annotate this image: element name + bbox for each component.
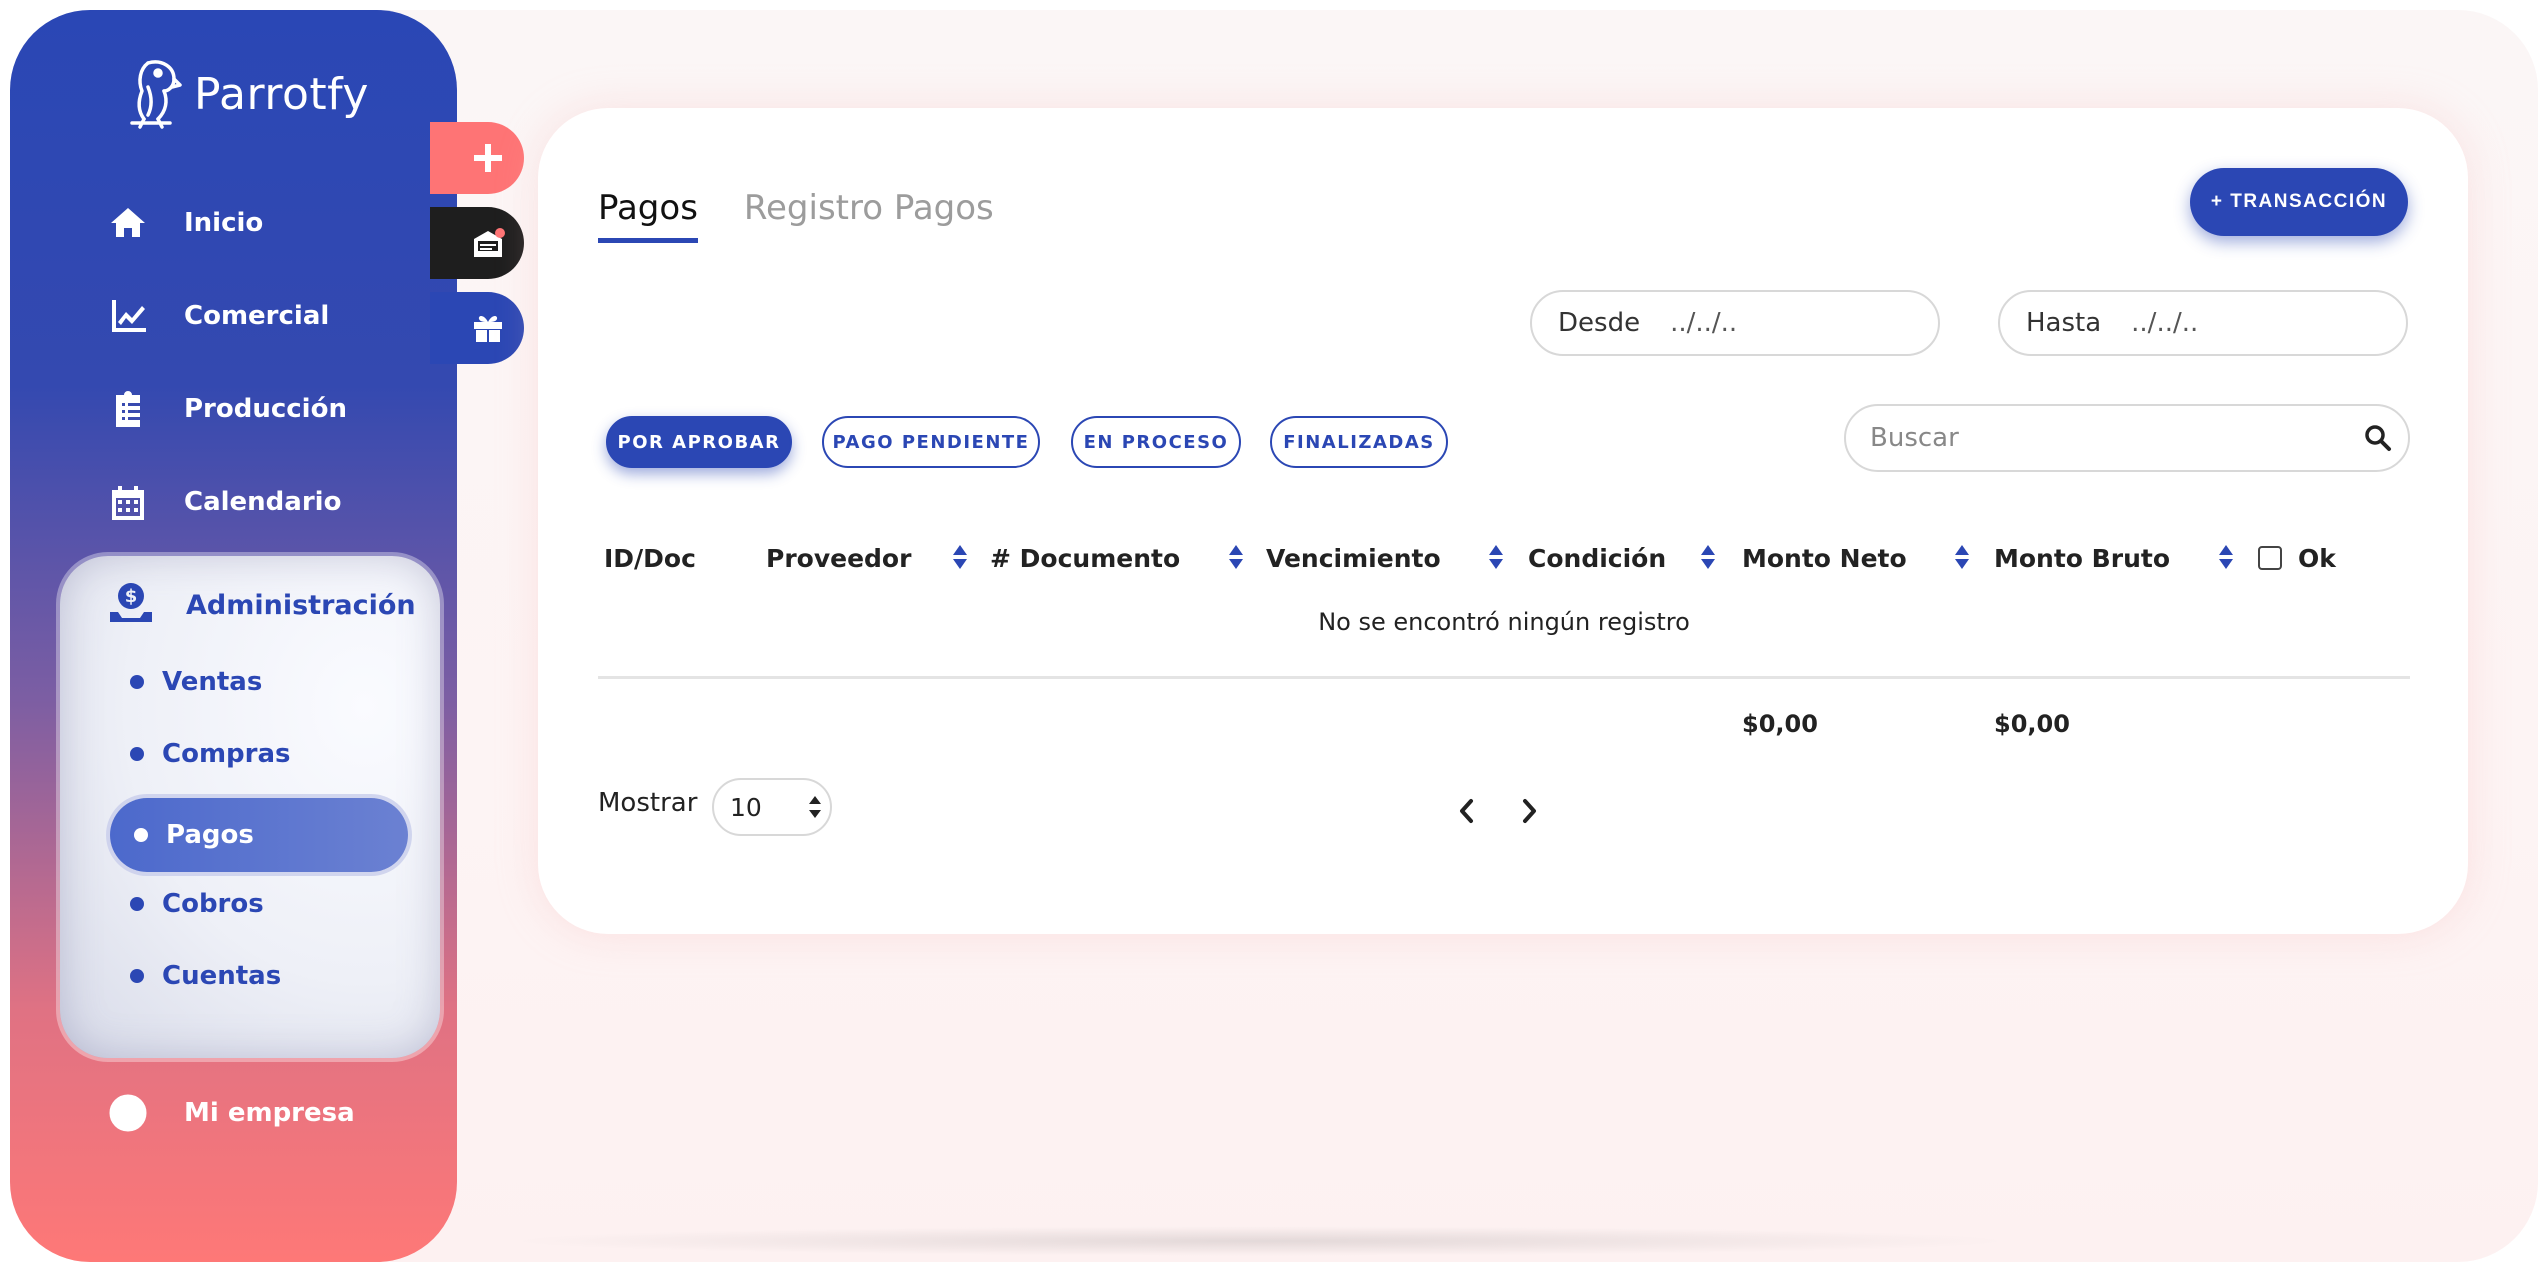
sidebar-subitem-compras[interactable]: Compras — [130, 732, 291, 776]
bullet-dot — [130, 897, 144, 911]
tab-registro-pagos[interactable]: Registro Pagos — [744, 188, 994, 243]
sidebar-subitem-ventas[interactable]: Ventas — [130, 660, 262, 704]
sidebar-subitem-cobros[interactable]: Cobros — [130, 882, 264, 926]
plus-icon — [474, 144, 502, 172]
sort-icon[interactable] — [952, 542, 968, 572]
quick-add-button[interactable] — [430, 122, 524, 194]
sidebar-item-inicio[interactable]: Inicio — [106, 198, 263, 248]
date-to-value: ../../.. — [2131, 308, 2199, 338]
admin-label: Administración — [186, 589, 416, 621]
sidebar-item-label: Calendario — [184, 487, 342, 517]
gift-button[interactable] — [430, 292, 524, 364]
svg-text:$: $ — [125, 586, 138, 607]
sidebar-item-mi-empresa[interactable]: Mi empresa — [106, 1088, 355, 1138]
filter-en-proceso[interactable]: EN PROCESO — [1071, 416, 1241, 468]
sort-icon[interactable] — [1700, 542, 1716, 572]
subitem-label: Cobros — [162, 889, 264, 919]
sort-icon[interactable] — [1228, 542, 1244, 572]
tab-pagos[interactable]: Pagos — [598, 188, 698, 243]
brand-name: Parrotfy — [194, 68, 369, 120]
home-icon — [106, 201, 150, 245]
sidebar: Parrotfy Inicio Comercial Producción Cal… — [10, 10, 457, 1262]
chart-line-icon — [106, 294, 150, 338]
total-monto-neto: $0,00 — [1742, 710, 1818, 738]
search-icon[interactable] — [2348, 424, 2408, 452]
sidebar-item-administracion[interactable]: $ Administración — [108, 580, 416, 630]
bullet-dot — [130, 969, 144, 983]
mail-notification-icon — [474, 228, 505, 257]
sidebar-item-comercial[interactable]: Comercial — [106, 291, 329, 341]
date-from-value: ../../.. — [1670, 308, 1738, 338]
tab-bar: Pagos Registro Pagos — [598, 188, 994, 243]
user-circle-icon — [106, 1091, 150, 1135]
subitem-label: Ventas — [162, 667, 263, 697]
add-transaction-button[interactable]: + TRANSACCIÓN — [2190, 168, 2408, 236]
chevron-left-icon — [1460, 799, 1473, 823]
sidebar-item-label: Producción — [184, 394, 347, 424]
sort-icon[interactable] — [1954, 542, 1970, 572]
column-condicion[interactable]: Condición — [1528, 528, 1666, 588]
previous-page-button[interactable] — [1450, 794, 1484, 828]
page-size-value: 10 — [730, 792, 762, 822]
subitem-label: Compras — [162, 739, 291, 769]
footer-shadow — [500, 1226, 2020, 1256]
admin-submenu: $ Administración Ventas Compras Pagos Co… — [60, 556, 440, 1058]
column-ok: Ok — [2258, 528, 2336, 588]
column-documento[interactable]: # Documento — [990, 528, 1180, 588]
subitem-label: Cuentas — [162, 961, 282, 991]
subitem-label: Pagos — [166, 820, 254, 850]
main-card: Pagos Registro Pagos + TRANSACCIÓN Desde… — [538, 108, 2468, 934]
bullet-dot — [134, 828, 148, 842]
select-arrows-icon — [800, 794, 830, 820]
sidebar-item-label: Comercial — [184, 301, 330, 331]
table-header: ID/Doc Proveedor # Documento Vencimiento… — [598, 528, 2410, 588]
sidebar-subitem-pagos[interactable]: Pagos — [110, 798, 408, 872]
date-from-label: Desde — [1558, 308, 1641, 338]
gift-icon — [474, 315, 502, 342]
sidebar-item-label: Inicio — [184, 208, 264, 238]
sort-icon[interactable] — [1488, 542, 1504, 572]
sort-icon[interactable] — [2218, 542, 2234, 572]
search-placeholder: Buscar — [1870, 423, 1959, 453]
sidebar-item-calendario[interactable]: Calendario — [106, 477, 341, 527]
date-from-field[interactable]: Desde ../../.. — [1530, 290, 1940, 356]
column-id-doc[interactable]: ID/Doc — [604, 528, 696, 588]
parrot-logo-icon — [130, 60, 182, 129]
sidebar-item-produccion[interactable]: Producción — [106, 384, 347, 434]
filter-finalizadas[interactable]: FINALIZADAS — [1270, 416, 1448, 468]
filter-por-aprobar[interactable]: POR APROBAR — [606, 416, 792, 468]
chevron-right-icon — [1523, 799, 1536, 823]
date-to-label: Hasta — [2026, 308, 2102, 338]
clipboard-icon — [106, 387, 150, 431]
filter-pago-pendiente[interactable]: PAGO PENDIENTE — [822, 416, 1040, 468]
table-divider — [598, 676, 2410, 679]
total-monto-bruto: $0,00 — [1994, 710, 2070, 738]
column-proveedor[interactable]: Proveedor — [766, 528, 911, 588]
brand-logo[interactable]: Parrotfy — [118, 54, 369, 134]
calendar-icon — [106, 480, 150, 524]
column-monto-bruto[interactable]: Monto Bruto — [1994, 528, 2170, 588]
select-all-checkbox[interactable] — [2258, 546, 2282, 570]
next-page-button[interactable] — [1512, 794, 1546, 828]
sidebar-subitem-cuentas[interactable]: Cuentas — [130, 954, 281, 998]
search-input[interactable]: Buscar — [1844, 404, 2410, 472]
page-size-select[interactable]: 10 — [712, 778, 832, 836]
date-to-field[interactable]: Hasta ../../.. — [1998, 290, 2408, 356]
notifications-button[interactable] — [430, 207, 524, 279]
column-vencimiento[interactable]: Vencimiento — [1266, 528, 1441, 588]
column-monto-neto[interactable]: Monto Neto — [1742, 528, 1907, 588]
bullet-dot — [130, 747, 144, 761]
bullet-dot — [130, 675, 144, 689]
page-size-label: Mostrar — [598, 788, 698, 818]
money-hand-icon: $ — [108, 580, 154, 630]
empty-table-message: No se encontró ningún registro — [1318, 608, 1690, 636]
sidebar-item-label: Mi empresa — [184, 1098, 355, 1128]
column-ok-label: Ok — [2298, 543, 2336, 573]
